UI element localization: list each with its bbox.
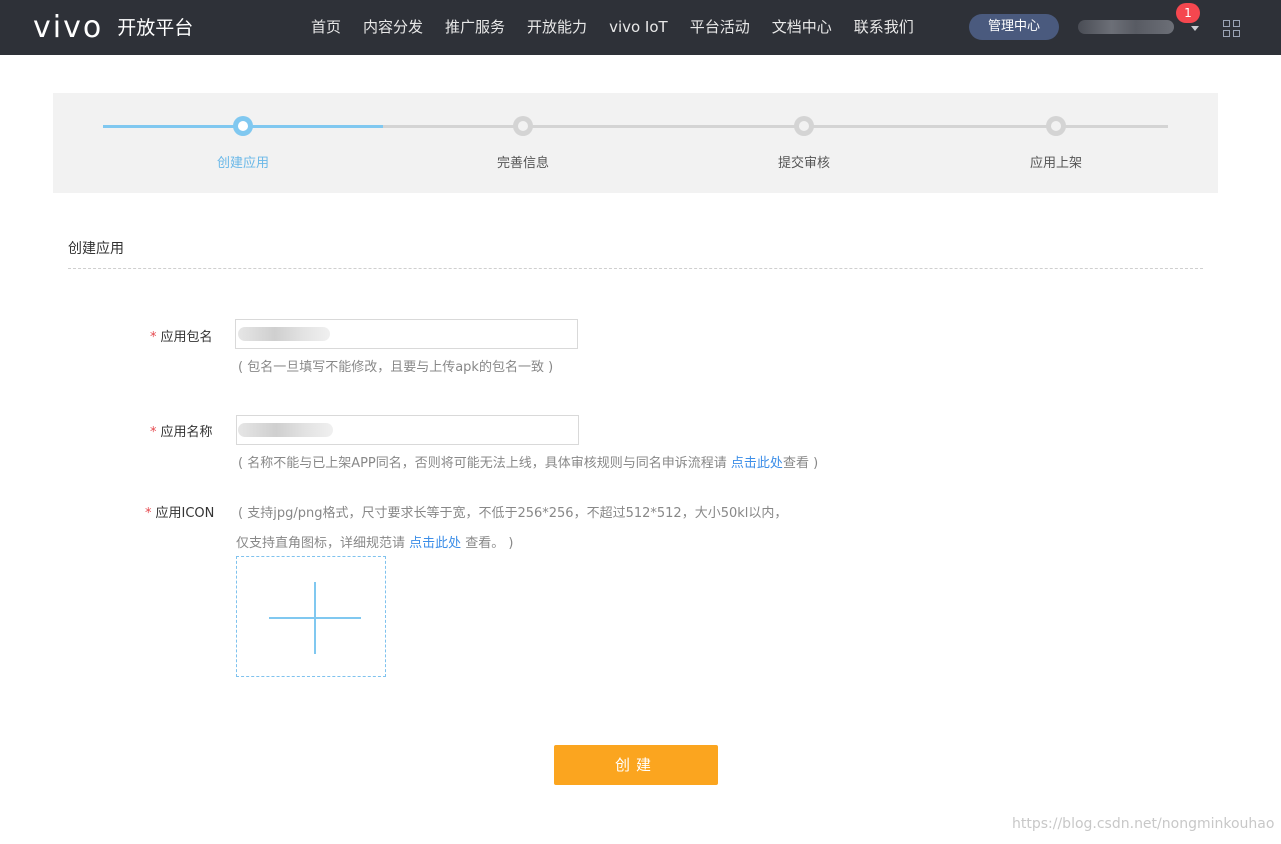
package-name-value-redacted: [238, 327, 330, 341]
section-divider: [68, 268, 1203, 269]
chevron-down-icon[interactable]: [1191, 26, 1199, 31]
nav-item-docs[interactable]: 文档中心: [772, 0, 832, 55]
plus-icon-vertical: [314, 582, 316, 654]
app-icon-label: * 应用ICON: [145, 502, 214, 521]
management-center-button[interactable]: 管理中心: [969, 14, 1059, 40]
step-label-create-app: 创建应用: [216, 156, 269, 171]
app-icon-hint-text: 仅支持直角图标，详细规范请: [236, 536, 410, 551]
step-label-submit-review: 提交审核: [777, 156, 830, 171]
main-nav: 首页 内容分发 推广服务 开放能力 vivo IoT 平台活动 文档中心 联系我…: [300, 0, 925, 55]
app-name-hint-text: ( 名称不能与已上架APP同名，否则将可能无法上线，具体审核规则与同名申诉流程请: [238, 456, 731, 471]
notification-badge[interactable]: 1: [1176, 3, 1200, 23]
watermark: https://blog.csdn.net/nongminkouhao: [1012, 816, 1275, 832]
step-dot-complete-info: [513, 116, 533, 136]
app-icon-hint-line2: 仅支持直角图标，详细规范请 点击此处 查看。 ): [236, 532, 514, 551]
step-label-publish: 应用上架: [1029, 156, 1082, 171]
app-name-hint-end: 查看 ): [782, 456, 819, 471]
section-title: 创建应用: [68, 241, 124, 257]
app-name-value-redacted: [238, 423, 333, 437]
step-dot-submit-review: [794, 116, 814, 136]
user-account-name-redacted[interactable]: [1078, 20, 1174, 34]
nav-item-content-distribution[interactable]: 内容分发: [363, 0, 423, 55]
app-name-label: * 应用名称: [150, 421, 213, 440]
app-name-rules-link[interactable]: 点击此处: [731, 456, 783, 471]
app-grid-icon[interactable]: [1223, 20, 1240, 37]
create-button[interactable]: 创建: [554, 745, 718, 785]
app-icon-label-text: 应用ICON: [155, 506, 215, 521]
app-icon-hint-end: 查看。 ): [461, 536, 514, 551]
step-label-complete-info: 完善信息: [496, 156, 549, 171]
logo-subtitle: 开放平台: [117, 17, 194, 39]
required-marker: *: [150, 425, 157, 440]
vivo-logo[interactable]: vivo 开放平台: [33, 10, 193, 46]
nav-item-home[interactable]: 首页: [311, 0, 341, 55]
nav-item-open-capabilities[interactable]: 开放能力: [527, 0, 587, 55]
package-name-label-text: 应用包名: [160, 330, 213, 345]
logo-wordmark: vivo: [33, 10, 104, 45]
top-navigation-bar: vivo 开放平台 首页 内容分发 推广服务 开放能力 vivo IoT 平台活…: [0, 0, 1281, 55]
nav-item-contact[interactable]: 联系我们: [854, 0, 914, 55]
package-name-hint: ( 包名一旦填写不能修改，且要与上传apk的包名一致 ): [238, 360, 554, 375]
app-icon-hint-line1: ( 支持jpg/png格式，尺寸要求长等于宽，不低于256*256，不超过512…: [238, 506, 788, 521]
step-progress: 创建应用 完善信息 提交审核 应用上架: [53, 93, 1218, 193]
app-name-label-text: 应用名称: [160, 425, 213, 440]
required-marker: *: [150, 330, 157, 345]
required-marker: *: [145, 506, 152, 521]
step-dot-create-app: [233, 116, 253, 136]
icon-upload-area[interactable]: [236, 556, 386, 677]
nav-item-iot[interactable]: vivo IoT: [609, 0, 668, 55]
nav-item-activities[interactable]: 平台活动: [690, 0, 750, 55]
step-dot-publish: [1046, 116, 1066, 136]
icon-spec-link[interactable]: 点击此处: [409, 536, 461, 551]
package-name-label: * 应用包名: [150, 326, 213, 345]
nav-item-promotion[interactable]: 推广服务: [445, 0, 505, 55]
app-name-hint: ( 名称不能与已上架APP同名，否则将可能无法上线，具体审核规则与同名申诉流程请…: [238, 452, 818, 471]
